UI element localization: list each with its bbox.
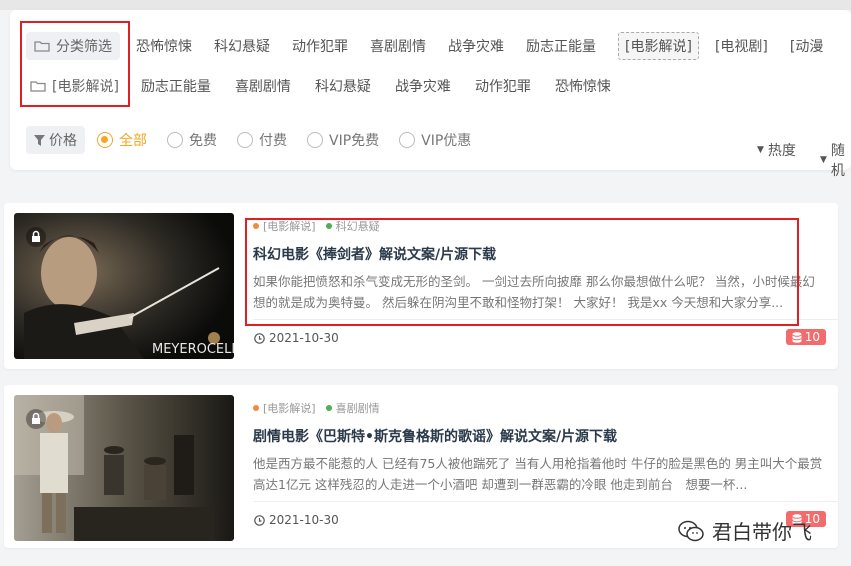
clock-icon [254, 332, 265, 344]
price-option-vip-free[interactable]: VIP免费 [307, 130, 379, 150]
price-option-label: 全部 [119, 133, 147, 149]
price-option-vip-discount[interactable]: VIP优惠 [399, 130, 471, 150]
thumbnail-logo-text: MEYEROCELL [152, 342, 234, 357]
wechat-icon [678, 520, 704, 541]
sort-by-hot[interactable]: ▼ 热度 [757, 140, 796, 160]
post-tag-label: [电影解说] [263, 220, 316, 233]
category-filter-label: 分类筛选 [26, 32, 120, 60]
sort-hot-label: 热度 [767, 143, 796, 159]
subcategory-filter-text: [电影解说] [52, 79, 119, 95]
category-inspirational[interactable]: 励志正能量 [526, 36, 596, 56]
folder-icon [30, 81, 46, 92]
folder-icon [34, 41, 50, 52]
caret-down-icon: ▼ [820, 155, 827, 165]
post-tag-label: [电影解说] [263, 402, 316, 415]
price-option-free[interactable]: 免费 [167, 130, 217, 150]
post-excerpt: 他是西方最不能惹的人 已经有75人被他踹死了 当有人用枪指着他时 牛仔的脸是黑色… [253, 456, 823, 492]
subcategory-row: [电影解说] 励志正能量 喜剧剧情 科幻悬疑 战争灾难 动作犯罪 恐怖惊悚 [26, 72, 635, 100]
category-movie-commentary[interactable]: [电影解说] [618, 32, 699, 60]
watermark-text: 君白带你飞 [712, 520, 812, 544]
post-tag-label: 科幻悬疑 [335, 220, 380, 233]
post-date-text: 2021-10-30 [269, 513, 339, 527]
radio-button[interactable] [307, 132, 323, 148]
top-strip [0, 0, 851, 10]
post-tag-label: 喜剧剧情 [335, 402, 380, 415]
subcategory-inspirational[interactable]: 励志正能量 [141, 76, 211, 96]
wechat-watermark: 君白带你飞 [678, 516, 812, 545]
price-row: 价格 全部 免费 付费 VIP免费 VIP优惠 [26, 126, 491, 154]
radio-button[interactable] [237, 132, 253, 148]
category-horror[interactable]: 恐怖惊悚 [136, 36, 192, 56]
funnel-icon [34, 134, 45, 146]
divider [253, 319, 838, 320]
price-option-label: 免费 [189, 133, 217, 149]
post-body: [电影解说] 喜剧剧情 剧情电影《巴斯特•斯克鲁格斯的歌谣》解说文案/片源下载 … [253, 401, 824, 495]
post-tags: [电影解说] 科幻悬疑 [253, 219, 824, 233]
post-tag[interactable]: 科幻悬疑 [325, 218, 380, 234]
post-thumbnail[interactable]: MEYEROCELL [14, 213, 234, 359]
download-count: 10 [804, 330, 820, 344]
lock-icon [26, 227, 46, 247]
price-option-paid[interactable]: 付费 [237, 130, 287, 150]
radio-button[interactable] [399, 132, 416, 148]
category-filter-text: 分类筛选 [56, 39, 112, 55]
sort-random-label: 随机 [830, 143, 845, 179]
post-tags: [电影解说] 喜剧剧情 [253, 401, 824, 415]
subcategory-war[interactable]: 战争灾难 [395, 76, 451, 96]
post-tag[interactable]: [电影解说] [253, 218, 316, 234]
price-option-label: VIP优惠 [421, 133, 472, 149]
category-anime[interactable]: [动漫 [790, 36, 823, 56]
price-option-label: 付费 [259, 133, 287, 149]
post-tag[interactable]: [电影解说] [253, 400, 316, 416]
subcategory-filter-label: [电影解说] [26, 72, 119, 100]
post-date-text: 2021-10-30 [269, 331, 339, 345]
subcategory-scifi[interactable]: 科幻悬疑 [315, 76, 371, 96]
price-filter-label: 价格 [26, 126, 85, 154]
category-action[interactable]: 动作犯罪 [292, 36, 348, 56]
category-tv-series[interactable]: [电视剧] [715, 36, 768, 56]
post-excerpt: 如果你能把愤怒和杀气变成无形的圣剑。 一剑过去所向披靡 那么你最想做什么呢？ 当… [253, 274, 815, 310]
post-card[interactable]: MEYEROCELL [电影解说] 科幻悬疑 科幻电影《捧剑者》解说文案/片源下… [4, 203, 838, 369]
category-war[interactable]: 战争灾难 [448, 36, 504, 56]
movie-still-image: MEYEROCELL [14, 213, 234, 359]
radio-button[interactable] [167, 132, 183, 148]
post-thumbnail[interactable] [14, 395, 234, 541]
category-row: 分类筛选 恐怖惊悚 科幻悬疑 动作犯罪 喜剧剧情 战争灾难 励志正能量 [电影解… [26, 32, 845, 60]
price-option-label: VIP免费 [329, 133, 380, 149]
movie-still-image [14, 395, 234, 541]
price-option-all[interactable]: 全部 [97, 130, 147, 150]
clock-icon [254, 514, 265, 526]
post-tag[interactable]: 喜剧剧情 [325, 400, 380, 416]
price-filter-text: 价格 [49, 133, 77, 149]
download-count-badge: 10 [785, 329, 826, 345]
radio-button[interactable] [97, 132, 113, 148]
category-comedy[interactable]: 喜剧剧情 [370, 36, 426, 56]
lock-icon [26, 409, 46, 429]
caret-down-icon: ▼ [757, 145, 764, 155]
category-scifi[interactable]: 科幻悬疑 [214, 36, 270, 56]
sort-random[interactable]: ▼ 随机 [820, 140, 851, 180]
subcategory-action[interactable]: 动作犯罪 [475, 76, 531, 96]
filter-panel: 分类筛选 恐怖惊悚 科幻悬疑 动作犯罪 喜剧剧情 战争灾难 励志正能量 [电影解… [10, 10, 851, 179]
subcategory-comedy[interactable]: 喜剧剧情 [235, 76, 291, 96]
post-date: 2021-10-30 [254, 513, 339, 527]
post-title[interactable]: 剧情电影《巴斯特•斯克鲁格斯的歌谣》解说文案/片源下载 [253, 426, 824, 446]
database-icon [792, 331, 802, 343]
post-date: 2021-10-30 [254, 331, 339, 345]
subcategory-horror[interactable]: 恐怖惊悚 [555, 76, 611, 96]
post-title[interactable]: 科幻电影《捧剑者》解说文案/片源下载 [253, 244, 824, 264]
post-body: [电影解说] 科幻悬疑 科幻电影《捧剑者》解说文案/片源下载 如果你能把愤怒和杀… [253, 219, 824, 313]
divider [253, 501, 838, 502]
